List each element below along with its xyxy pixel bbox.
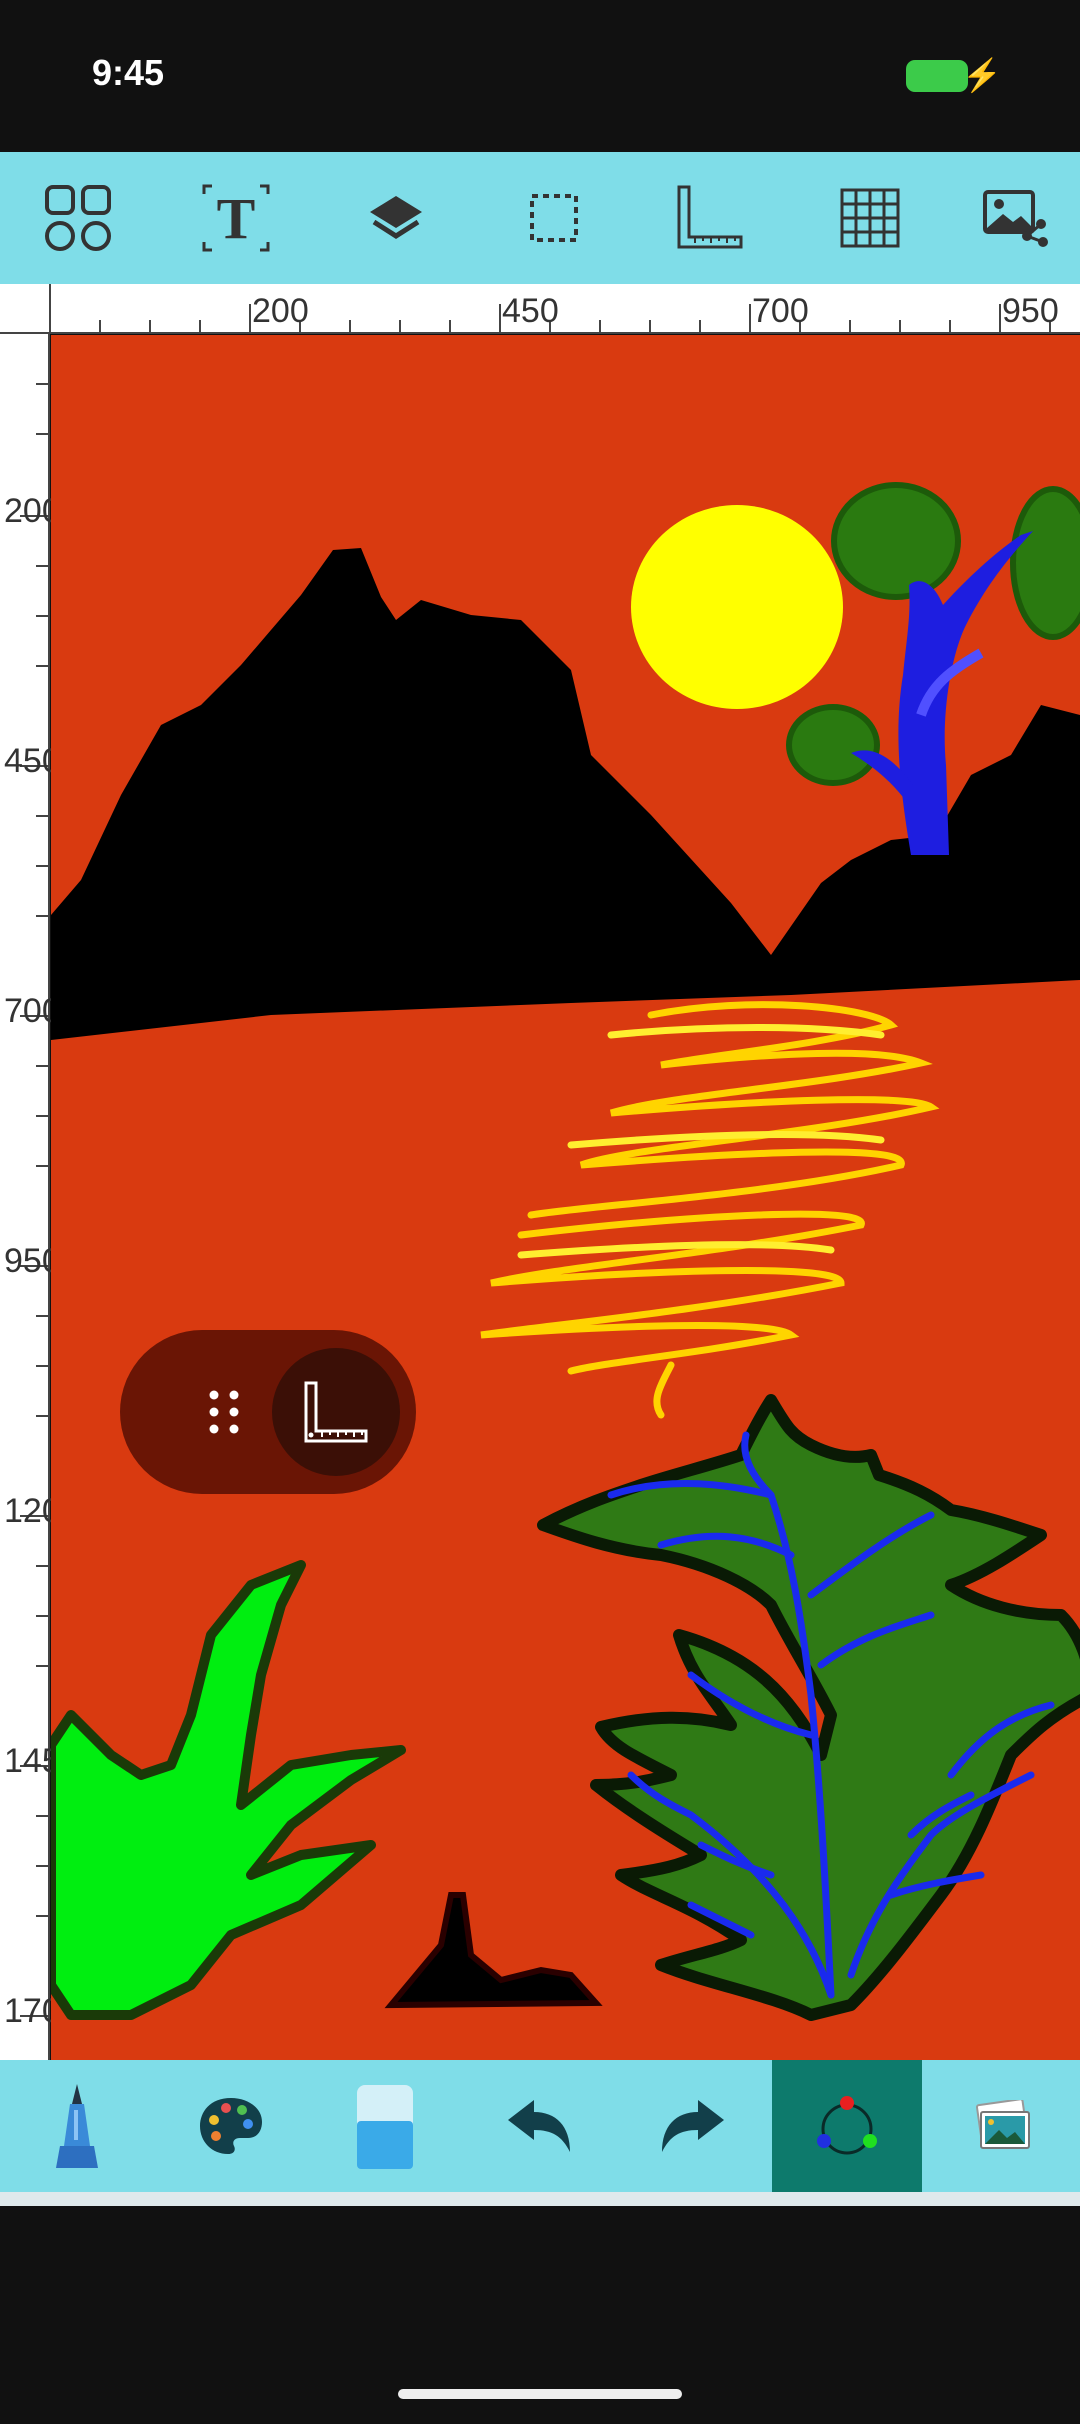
gallery-icon — [975, 2100, 1030, 2149]
image-share-icon — [983, 190, 1048, 247]
selection-icon — [530, 194, 578, 242]
ruler-tool-button[interactable] — [650, 152, 770, 284]
redo-button[interactable] — [618, 2060, 768, 2192]
palette-icon — [200, 2098, 262, 2154]
sun-drawing — [631, 505, 843, 709]
ruler-icon — [304, 1381, 368, 1443]
redo-icon — [662, 2100, 724, 2152]
layers-button[interactable] — [336, 152, 456, 284]
undo-icon — [508, 2100, 570, 2152]
share-image-button[interactable] — [956, 152, 1076, 284]
drag-handle-icon — [209, 1390, 239, 1434]
palette-button[interactable] — [156, 2060, 306, 2192]
system-nav-bar — [0, 2206, 1080, 2424]
battery-icon — [906, 60, 968, 92]
ruler-icon — [677, 185, 743, 249]
top-ruler-label: 950 — [1002, 292, 1059, 330]
bottom-strip — [0, 2192, 1080, 2206]
layers-icon — [370, 196, 422, 239]
top-ruler-label: 450 — [502, 292, 559, 330]
drag-handle[interactable] — [184, 1370, 264, 1454]
grid-menu-button[interactable] — [18, 152, 138, 284]
top-toolbar: T — [0, 152, 1080, 284]
left-ruler: 200 450 700 950 1200 1450 1700 — [0, 334, 80, 2060]
marker-tool-button[interactable] — [2, 2060, 152, 2192]
green-bush-drawing — [51, 1560, 406, 2020]
home-indicator[interactable] — [398, 2389, 682, 2399]
sun-reflection-scribble — [480, 1001, 940, 1419]
selection-tool-button[interactable] — [494, 152, 614, 284]
status-bar: 9:45 ⚡ — [0, 0, 1080, 152]
status-time: 9:45 — [92, 52, 165, 93]
eraser-tool-button[interactable] — [310, 2060, 460, 2192]
dark-mound-drawing — [384, 1892, 603, 2009]
grid-toggle-button[interactable] — [810, 152, 930, 284]
drawing-canvas[interactable] — [51, 335, 1080, 2060]
top-ruler-label: 200 — [252, 292, 309, 330]
top-ruler: 200 450 700 950 — [0, 284, 1080, 334]
grid-icon — [45, 185, 111, 251]
bottom-toolbar — [0, 2060, 1080, 2192]
color-wheel-icon — [817, 2096, 877, 2155]
ruler-toggle-button[interactable] — [272, 1348, 400, 1476]
top-ruler-label: 700 — [752, 292, 809, 330]
floating-ruler-widget — [120, 1330, 416, 1494]
gallery-button[interactable] — [928, 2060, 1078, 2192]
color-mixer-button[interactable] — [772, 2060, 922, 2192]
marker-icon — [56, 2084, 98, 2168]
charging-icon: ⚡ — [962, 57, 1002, 93]
table-grid-icon — [840, 188, 900, 248]
text-tool-button[interactable]: T — [176, 152, 296, 284]
undo-button[interactable] — [464, 2060, 614, 2192]
eraser-icon — [357, 2085, 413, 2169]
svg-text:T: T — [217, 186, 256, 251]
text-icon: T — [202, 184, 270, 252]
